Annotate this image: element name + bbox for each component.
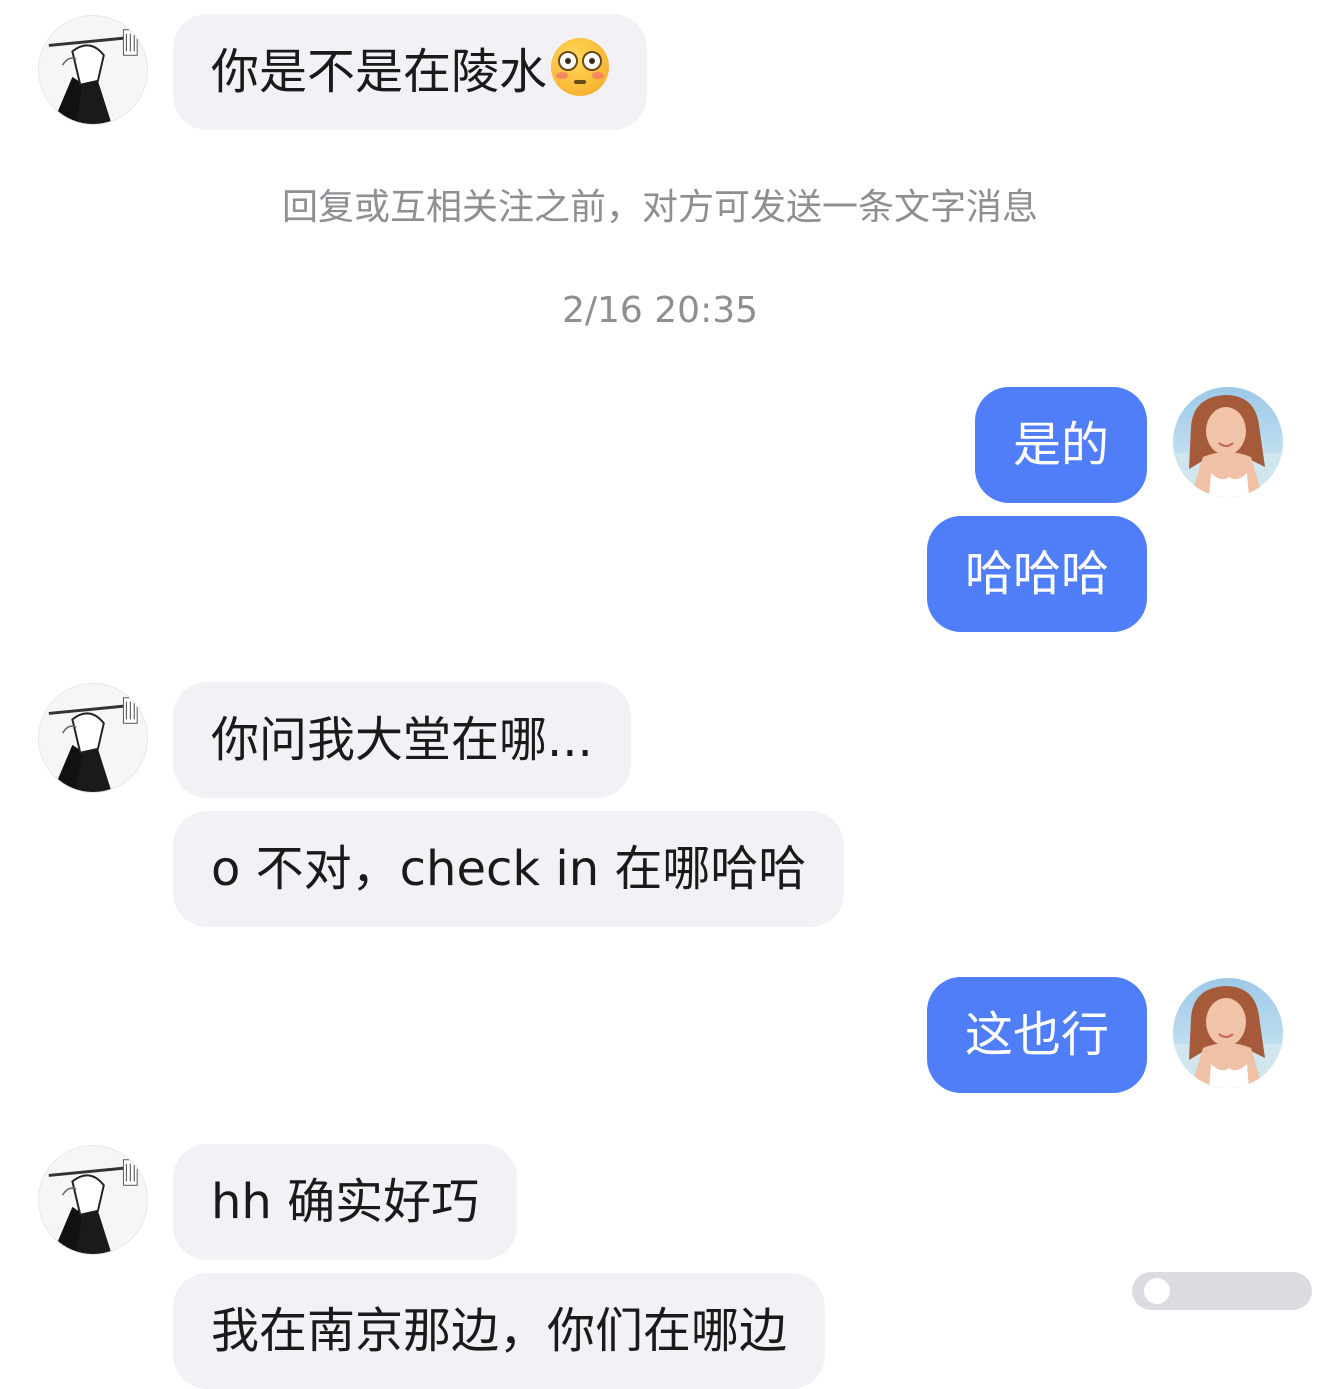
outgoing-message-bubble[interactable]: 这也行	[926, 977, 1147, 1093]
message-text: 这也行	[964, 1007, 1109, 1063]
message-text: 是的	[1012, 417, 1109, 473]
incoming-message-bubble[interactable]: hh 确实好巧	[173, 1144, 518, 1260]
incoming-message-bubble[interactable]: 你是不是在陵水	[173, 14, 648, 130]
contact-avatar[interactable]	[38, 1145, 148, 1255]
incoming-message-bubble[interactable]: 你问我大堂在哪...	[173, 682, 631, 798]
message-timestamp: 2/16 20:35	[561, 290, 759, 331]
my-avatar[interactable]	[1173, 387, 1283, 497]
message-text: 我在南京那边，你们在哪边	[211, 1303, 788, 1359]
message-text: 你是不是在陵水	[211, 44, 548, 100]
watermark	[1132, 1272, 1312, 1310]
flushed-face-emoji-icon	[551, 38, 610, 96]
my-avatar[interactable]	[1173, 978, 1283, 1088]
manga-avatar-icon	[39, 1146, 147, 1254]
incoming-message-bubble[interactable]: 我在南京那边，你们在哪边	[173, 1273, 826, 1389]
incoming-message-bubble[interactable]: o 不对，check in 在哪哈哈	[173, 811, 845, 927]
contact-avatar[interactable]	[38, 683, 148, 793]
contact-avatar[interactable]	[38, 15, 148, 125]
manga-avatar-icon	[39, 684, 147, 792]
outgoing-message-bubble[interactable]: 哈哈哈	[926, 516, 1147, 632]
message-limit-notice: 回复或互相关注之前，对方可发送一条文字消息	[281, 187, 1038, 228]
message-text: hh 确实好巧	[211, 1174, 480, 1230]
message-text: o 不对，check in 在哪哈哈	[211, 841, 807, 897]
profile-photo-icon	[1173, 978, 1283, 1088]
message-text: 哈哈哈	[964, 546, 1109, 602]
message-text: 你问我大堂在哪...	[211, 712, 593, 768]
manga-avatar-icon	[39, 16, 147, 124]
profile-photo-icon	[1173, 387, 1283, 497]
outgoing-message-bubble[interactable]: 是的	[974, 387, 1147, 503]
